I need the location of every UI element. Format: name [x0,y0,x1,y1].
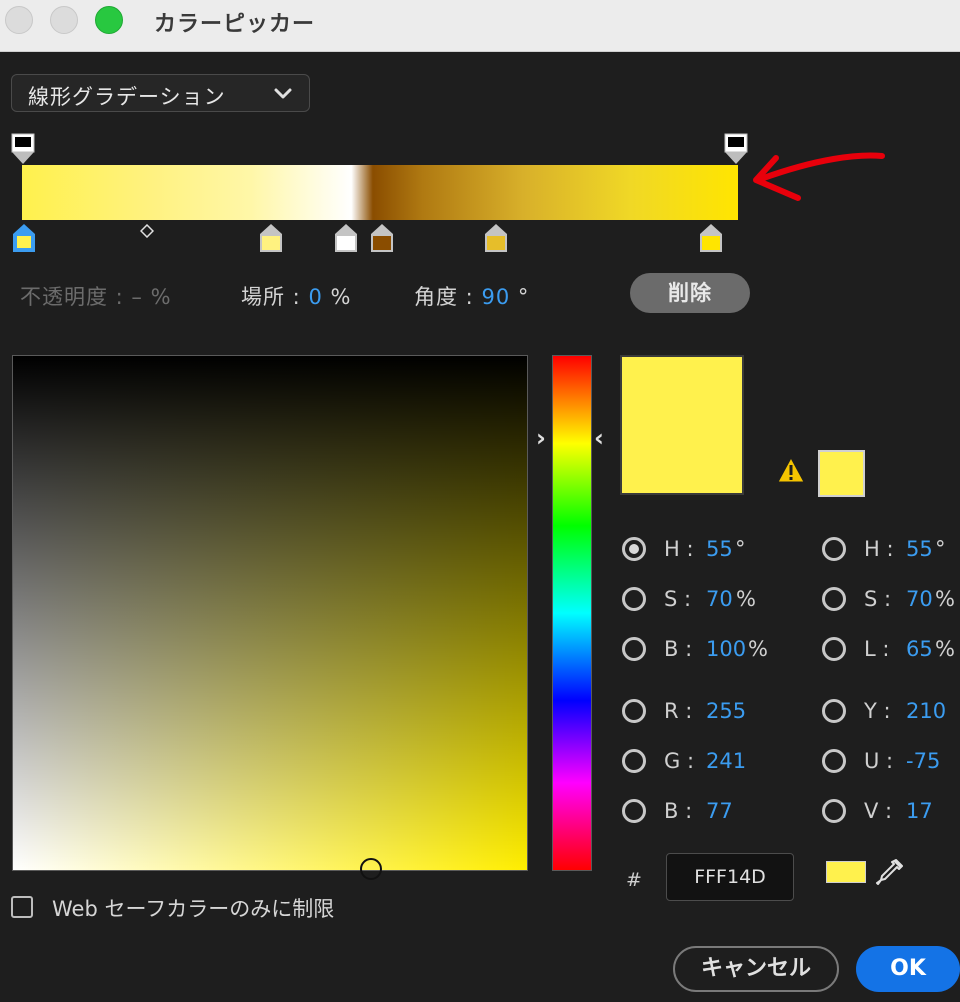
web-safe-swatch[interactable] [818,450,865,497]
hex-input[interactable] [666,853,794,901]
radio-hsb-s[interactable] [622,587,646,611]
hsl-s-label: S : [864,587,892,611]
opacity-stop-right[interactable] [724,133,748,165]
radio-hsb-h[interactable] [622,537,646,561]
rgb-g-label: G : [664,749,695,773]
gradient-preview-bar[interactable] [22,165,738,220]
hsb-b-label: B : [664,637,693,661]
hex-hash-label: # [626,869,642,891]
radio-yuv-u[interactable] [822,749,846,773]
annotation-arrow [753,152,885,201]
hsb-b-unit: % [748,637,768,661]
web-safe-label: Web セーフカラーのみに制限 [52,897,335,921]
chevron-down-icon [274,88,292,99]
cancel-button[interactable]: キャンセル [673,946,839,992]
delete-stop-button[interactable]: 削除 [630,273,750,313]
location-value[interactable]: 0 [308,285,322,309]
rgb-r-label: R : [664,699,693,723]
color-stop[interactable] [698,222,724,254]
opacity-stop-left[interactable] [11,133,35,165]
ok-button[interactable]: OK [856,946,960,992]
rgb-b-value[interactable]: 77 [706,799,733,823]
yuv-v-value[interactable]: 17 [906,799,933,823]
radio-hsb-b[interactable] [622,637,646,661]
window-close-button[interactable] [5,6,33,34]
radio-yuv-v[interactable] [822,799,846,823]
color-field-cursor[interactable] [360,858,382,880]
hsl-l-value[interactable]: 65 [906,637,933,661]
hsl-h-value[interactable]: 55 [906,537,933,561]
rgb-r-value[interactable]: 255 [706,699,746,723]
hsl-l-label: L : [864,637,890,661]
hsl-h-unit: ° [935,537,946,561]
window-minimize-button[interactable] [50,6,78,34]
color-stop[interactable] [333,222,359,254]
angle-value[interactable]: 90 [481,285,510,309]
radio-yuv-y[interactable] [822,699,846,723]
yuv-u-label: U : [864,749,894,773]
color-stop[interactable] [483,222,509,254]
color-stop[interactable] [258,222,284,254]
gradient-type-dropdown[interactable]: 線形グラデーション [11,74,310,112]
yuv-y-label: Y : [864,699,891,723]
midpoint-diamond[interactable] [140,224,154,238]
opacity-readout: 不透明度 : – % [20,285,172,309]
yuv-v-label: V : [864,799,893,823]
window-title: カラーピッカー [154,12,316,37]
location-label: 場所 : [241,285,301,309]
radio-hsl-h[interactable] [822,537,846,561]
gradient-type-label: 線形グラデーション [28,85,226,109]
current-color-swatch [826,861,866,883]
hsl-s-unit: % [935,587,955,611]
hue-slider-right-arrow[interactable]: ‹ [594,424,604,452]
hsb-h-label: H : [664,537,694,561]
hue-slider[interactable] [552,355,592,871]
radio-hsl-s[interactable] [822,587,846,611]
location-unit: % [330,285,352,309]
radio-rgb-r[interactable] [622,699,646,723]
hsb-s-label: S : [664,587,692,611]
color-stop[interactable] [369,222,395,254]
hsl-h-label: H : [864,537,894,561]
hsb-s-unit: % [736,587,756,611]
hsb-h-value[interactable]: 55 [706,537,733,561]
hsl-s-value[interactable]: 70 [906,587,933,611]
angle-readout: 角度 : 90 ° [414,281,529,311]
hsl-l-unit: % [935,637,955,661]
location-readout: 場所 : 0 % [241,281,351,311]
rgb-b-label: B : [664,799,693,823]
new-color-swatch [620,355,744,495]
rgb-g-value[interactable]: 241 [706,749,746,773]
saturation-brightness-field[interactable] [12,355,528,871]
title-bar: カラーピッカー [0,0,960,52]
eyedropper-icon[interactable] [874,856,906,888]
field-black-overlay [13,356,527,870]
yuv-u-value[interactable]: -75 [906,749,940,773]
radio-rgb-b[interactable] [622,799,646,823]
hsb-h-unit: ° [735,537,746,561]
web-safe-checkbox[interactable] [11,896,33,918]
radio-hsl-l[interactable] [822,637,846,661]
hue-slider-left-arrow[interactable]: › [536,424,546,452]
color-stop-selected[interactable] [11,222,37,254]
hsb-b-value[interactable]: 100 [706,637,746,661]
angle-unit: ° [517,285,530,309]
hsb-s-value[interactable]: 70 [706,587,733,611]
angle-label: 角度 : [414,285,474,309]
radio-rgb-g[interactable] [622,749,646,773]
warning-icon[interactable] [776,456,806,484]
window-zoom-button[interactable] [95,6,123,34]
yuv-y-value[interactable]: 210 [906,699,946,723]
